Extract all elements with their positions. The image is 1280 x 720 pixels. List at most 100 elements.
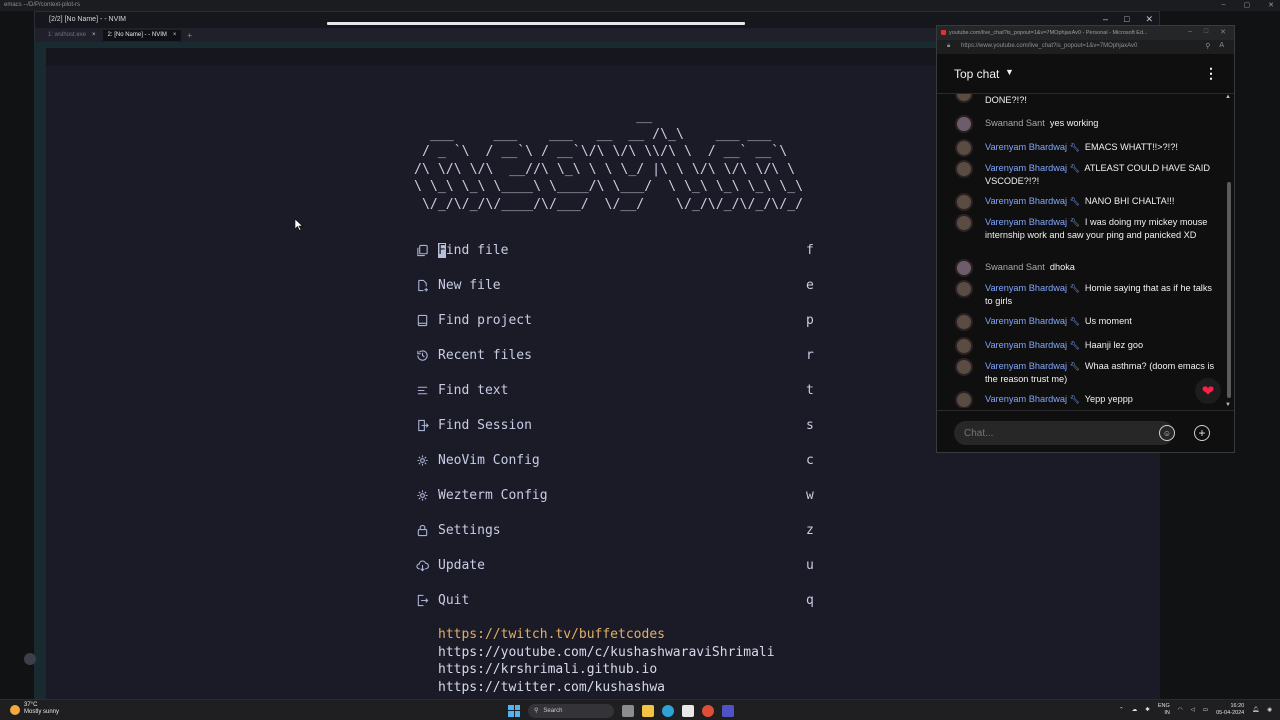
maximize-icon[interactable]: □ bbox=[1204, 28, 1208, 36]
tab-close-icon[interactable]: × bbox=[173, 32, 177, 39]
link-youtube[interactable]: https://youtube.com/c/kushashwaraviShrim… bbox=[438, 644, 775, 662]
chrome-icon[interactable] bbox=[702, 704, 714, 717]
message-text: Yepp yeppp bbox=[1084, 394, 1133, 404]
menu-item-find-text[interactable]: Find text t bbox=[412, 379, 822, 401]
temperature: 37°C bbox=[24, 702, 38, 708]
minimize-icon[interactable]: – bbox=[1103, 14, 1108, 25]
author-name[interactable]: Varenyam Bhardwaj bbox=[985, 217, 1067, 227]
notification-bell-icon[interactable]: 🔔︎ bbox=[1252, 707, 1259, 713]
chat-window-title: youtube.com/live_chat?is_popout=1&v=7MOp… bbox=[949, 30, 1148, 36]
date: 05-04-2024 bbox=[1216, 710, 1245, 716]
taskbar-search[interactable]: ⚲ Search bbox=[528, 703, 614, 718]
menu-item-settings[interactable]: Settings z bbox=[412, 519, 822, 541]
maximize-icon[interactable]: ▢ bbox=[1244, 1, 1251, 9]
menu-item-quit[interactable]: Quit q bbox=[412, 589, 822, 611]
windows-start-icon[interactable] bbox=[508, 704, 520, 717]
wezterm-icon[interactable] bbox=[722, 704, 734, 717]
neovim-ascii-logo: __ ___ ___ ___ __ __ /\_\ ___ ___ / _ `\… bbox=[414, 109, 804, 212]
link-twitter[interactable]: https://twitter.com/kushashwa bbox=[438, 679, 775, 697]
minimize-icon[interactable]: – bbox=[1222, 1, 1226, 9]
moderator-wrench-icon: 🔧︎ bbox=[1069, 284, 1080, 293]
author-name[interactable]: Varenyam Bhardwaj bbox=[985, 196, 1067, 206]
more-options-icon[interactable]: ⋮ bbox=[1204, 65, 1218, 82]
read-aloud-icon[interactable]: A bbox=[1219, 42, 1224, 50]
chat-window-title-bar[interactable]: youtube.com/live_chat?is_popout=1&v=7MOp… bbox=[937, 26, 1234, 40]
chevron-up-icon[interactable]: ⌃ bbox=[1119, 707, 1124, 713]
message-text: dhoka bbox=[1049, 262, 1075, 272]
menu-label: NeoVim Config bbox=[438, 452, 540, 468]
avatar bbox=[955, 391, 973, 408]
clock[interactable]: 16:20 05-04-2024 bbox=[1216, 703, 1244, 717]
link-website[interactable]: https://krshrimali.github.io bbox=[438, 661, 775, 679]
close-icon[interactable]: ✕ bbox=[1220, 28, 1226, 36]
text-cursor: F bbox=[438, 242, 446, 258]
battery-icon[interactable]: ▭ bbox=[1203, 707, 1208, 713]
address-bar-icons: ⚲ A bbox=[1205, 42, 1224, 50]
chat-input-bar: ☺ + bbox=[937, 410, 1234, 454]
wifi-icon[interactable]: ◠ bbox=[1178, 707, 1183, 713]
scroll-down-icon[interactable]: ▼ bbox=[1225, 402, 1231, 408]
taskbar: 37°C Mostly sunny ⚲ Search ⌃ ☁ ✱ ENG IN … bbox=[0, 699, 1280, 720]
menu-item-find-file[interactable]: Find file f bbox=[412, 239, 822, 261]
language-indicator[interactable]: ENG IN bbox=[1158, 703, 1170, 717]
author-name[interactable]: Varenyam Bhardwaj bbox=[985, 283, 1067, 293]
add-icon[interactable]: + bbox=[1194, 425, 1210, 441]
author-name[interactable]: Varenyam Bhardwaj bbox=[985, 163, 1067, 173]
os-window-controls: – ▢ ✕ bbox=[1222, 1, 1274, 9]
close-icon[interactable]: ✕ bbox=[1268, 1, 1274, 9]
file-explorer-icon[interactable] bbox=[642, 704, 654, 717]
copilot-icon[interactable]: ◉ bbox=[1267, 707, 1272, 713]
task-view-icon[interactable] bbox=[622, 704, 634, 717]
chat-mode-label[interactable]: Top chat bbox=[954, 67, 999, 81]
heart-reaction-icon[interactable]: ❤ bbox=[1195, 378, 1221, 404]
author-name[interactable]: Swanand Sant bbox=[985, 118, 1045, 128]
author-name[interactable]: Varenyam Bhardwaj bbox=[985, 316, 1067, 326]
address-url[interactable]: https://www.youtube.com/live_chat?is_pop… bbox=[961, 43, 1137, 49]
author-name[interactable]: Varenyam Bhardwaj bbox=[985, 361, 1067, 371]
author-name[interactable]: Varenyam Bhardwaj bbox=[985, 142, 1067, 152]
author-name[interactable]: Varenyam Bhardwaj bbox=[985, 340, 1067, 350]
menu-item-find-session[interactable]: Find Session s bbox=[412, 414, 822, 436]
taskbar-apps: ⚲ Search bbox=[508, 702, 734, 719]
chat-input[interactable] bbox=[954, 421, 1174, 445]
chat-scrollbar[interactable]: ▲ ▼ bbox=[1225, 94, 1233, 408]
zoom-icon[interactable]: ⚲ bbox=[1205, 42, 1210, 50]
store-icon[interactable] bbox=[682, 704, 694, 717]
title-drag-bar[interactable] bbox=[327, 22, 745, 25]
link-twitch[interactable]: https://twitch.tv/buffetcodes bbox=[438, 626, 775, 644]
tab-close-icon[interactable]: × bbox=[92, 32, 96, 39]
bluetooth-icon[interactable]: ✱ bbox=[1145, 707, 1150, 713]
weather-widget[interactable]: 37°C Mostly sunny bbox=[10, 702, 59, 716]
author-name[interactable]: Swanand Sant bbox=[985, 262, 1045, 272]
tab-nvim[interactable]: 2: [No Name] - - NVIM × bbox=[102, 29, 182, 41]
moderator-wrench-icon: 🔧︎ bbox=[1069, 143, 1080, 152]
new-tab-button[interactable]: + bbox=[183, 31, 192, 40]
emoji-icon[interactable]: ☺ bbox=[1159, 425, 1175, 441]
tab-wslhost[interactable]: 1: wslhost.exe × bbox=[43, 29, 101, 41]
message-text: EMACS WHATT!!>?!?! bbox=[1084, 142, 1178, 152]
address-bar[interactable]: 🔒︎ https://www.youtube.com/live_chat?is_… bbox=[937, 40, 1234, 54]
language-code: ENG bbox=[1157, 703, 1170, 709]
sun-icon bbox=[10, 705, 20, 715]
minimize-icon[interactable]: – bbox=[1188, 28, 1192, 36]
scroll-up-icon[interactable]: ▲ bbox=[1225, 94, 1231, 100]
chevron-down-icon[interactable]: ▼ bbox=[1005, 67, 1014, 77]
volume-icon[interactable]: ◁ bbox=[1191, 707, 1195, 713]
maximize-icon[interactable]: □ bbox=[1124, 14, 1129, 25]
menu-item-recent-files[interactable]: Recent files r bbox=[412, 344, 822, 366]
scrollbar-thumb[interactable] bbox=[1227, 182, 1231, 398]
author-name[interactable]: Varenyam Bhardwaj bbox=[985, 394, 1067, 404]
edge-icon[interactable] bbox=[662, 704, 674, 717]
menu-item-wezterm-config[interactable]: Wezterm Config w bbox=[412, 484, 822, 506]
menu-item-update[interactable]: Update u bbox=[412, 554, 822, 576]
menu-item-neovim-config[interactable]: NeoVim Config c bbox=[412, 449, 822, 471]
menu-item-new-file[interactable]: New file e bbox=[412, 274, 822, 296]
cloud-icon[interactable]: ☁ bbox=[1132, 707, 1138, 713]
menu-item-find-project[interactable]: Find project p bbox=[412, 309, 822, 331]
menu-label: Settings bbox=[438, 522, 501, 538]
weather-condition: Mostly sunny bbox=[24, 709, 60, 715]
menu-shortcut-key: u bbox=[806, 557, 814, 573]
moderator-wrench-icon: 🔧︎ bbox=[1069, 341, 1080, 350]
close-icon[interactable]: ✕ bbox=[1145, 14, 1153, 25]
message-text: DONE?!?! bbox=[985, 95, 1027, 105]
